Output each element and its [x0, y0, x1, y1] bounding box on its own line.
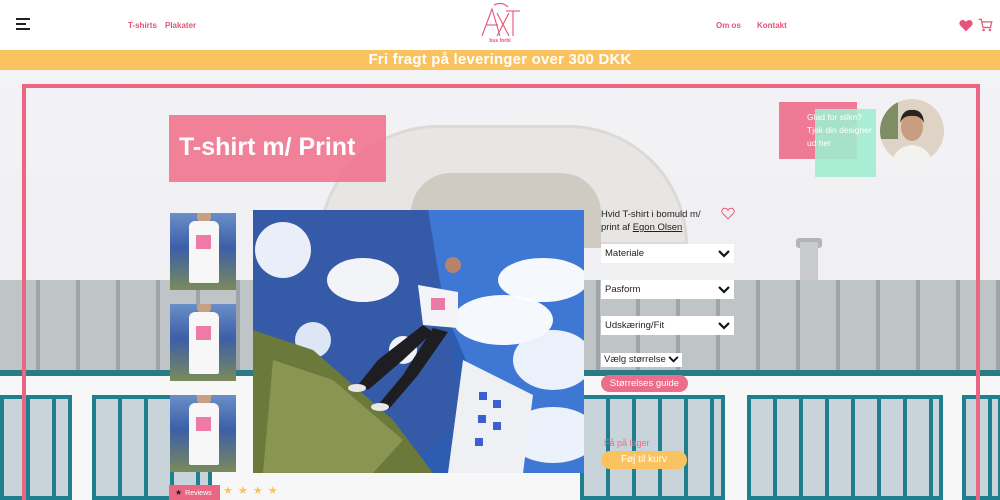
cut-select[interactable]: Udskæring/Fit: [601, 316, 734, 335]
banner-text: Fri fragt på leveringer over 300 DKK: [368, 51, 632, 68]
rating-stars: ★ ★ ★ ★: [223, 485, 279, 497]
thumbnail-1[interactable]: [170, 213, 236, 290]
nav-link-tshirts[interactable]: T-shirts: [128, 21, 157, 30]
designer-link[interactable]: Egon Olsen: [633, 222, 683, 233]
stock-status: Få på lager: [604, 438, 650, 448]
fit-select[interactable]: Pasform: [601, 280, 734, 299]
material-select-value: Materiale: [605, 248, 645, 259]
chevron-down-icon: [718, 250, 730, 258]
add-to-cart-button[interactable]: Føj til kurv: [601, 451, 687, 469]
fit-select-value: Pasform: [605, 284, 641, 295]
chevron-down-icon: [668, 356, 679, 363]
cart-icon[interactable]: [978, 18, 993, 32]
designer-link-text[interactable]: Glad for stikn? Tjek din designer ud her: [807, 111, 877, 150]
product-title: T-shirt m/ Print: [179, 133, 356, 161]
size-select-value: Vælg størrelse: [604, 354, 666, 365]
heart-icon[interactable]: [959, 19, 973, 32]
nav-link-kontakt[interactable]: Kontakt: [757, 21, 787, 30]
chevron-down-icon: [718, 286, 730, 294]
reviews-label: Reviews: [185, 490, 212, 497]
size-select[interactable]: Vælg størrelse: [601, 353, 682, 367]
logo-mark-icon: [481, 2, 520, 37]
product-title-box: T-shirt m/ Print: [169, 115, 386, 182]
logo-subtitle: bus forbi: [489, 38, 511, 44]
designer-avatar[interactable]: [880, 99, 944, 163]
site-header: T-shirts Plakater bus forbi Om os Kontak…: [0, 0, 1000, 50]
wishlist-heart-icon[interactable]: [721, 207, 735, 220]
menu-icon[interactable]: [16, 17, 30, 31]
logo[interactable]: bus forbi: [478, 2, 522, 47]
thumbnail-3[interactable]: [170, 395, 236, 472]
nav-link-om-os[interactable]: Om os: [716, 21, 741, 30]
size-guide-button[interactable]: Størrelses guide: [601, 375, 688, 392]
star-icon: ★: [175, 488, 183, 497]
main-product-photo[interactable]: [253, 210, 584, 473]
chevron-down-icon: [718, 322, 730, 330]
product-description: Hvid T-shirt i bomuld m/ print af Egon O…: [601, 208, 711, 234]
nav-link-plakater[interactable]: Plakater: [165, 21, 196, 30]
thumbnail-2[interactable]: [170, 304, 236, 381]
reviews-tab[interactable]: ★ Reviews: [169, 485, 220, 500]
cut-select-value: Udskæring/Fit: [605, 320, 665, 331]
material-select[interactable]: Materiale: [601, 244, 734, 263]
free-shipping-banner: Fri fragt på leveringer over 300 DKK: [0, 50, 1000, 70]
